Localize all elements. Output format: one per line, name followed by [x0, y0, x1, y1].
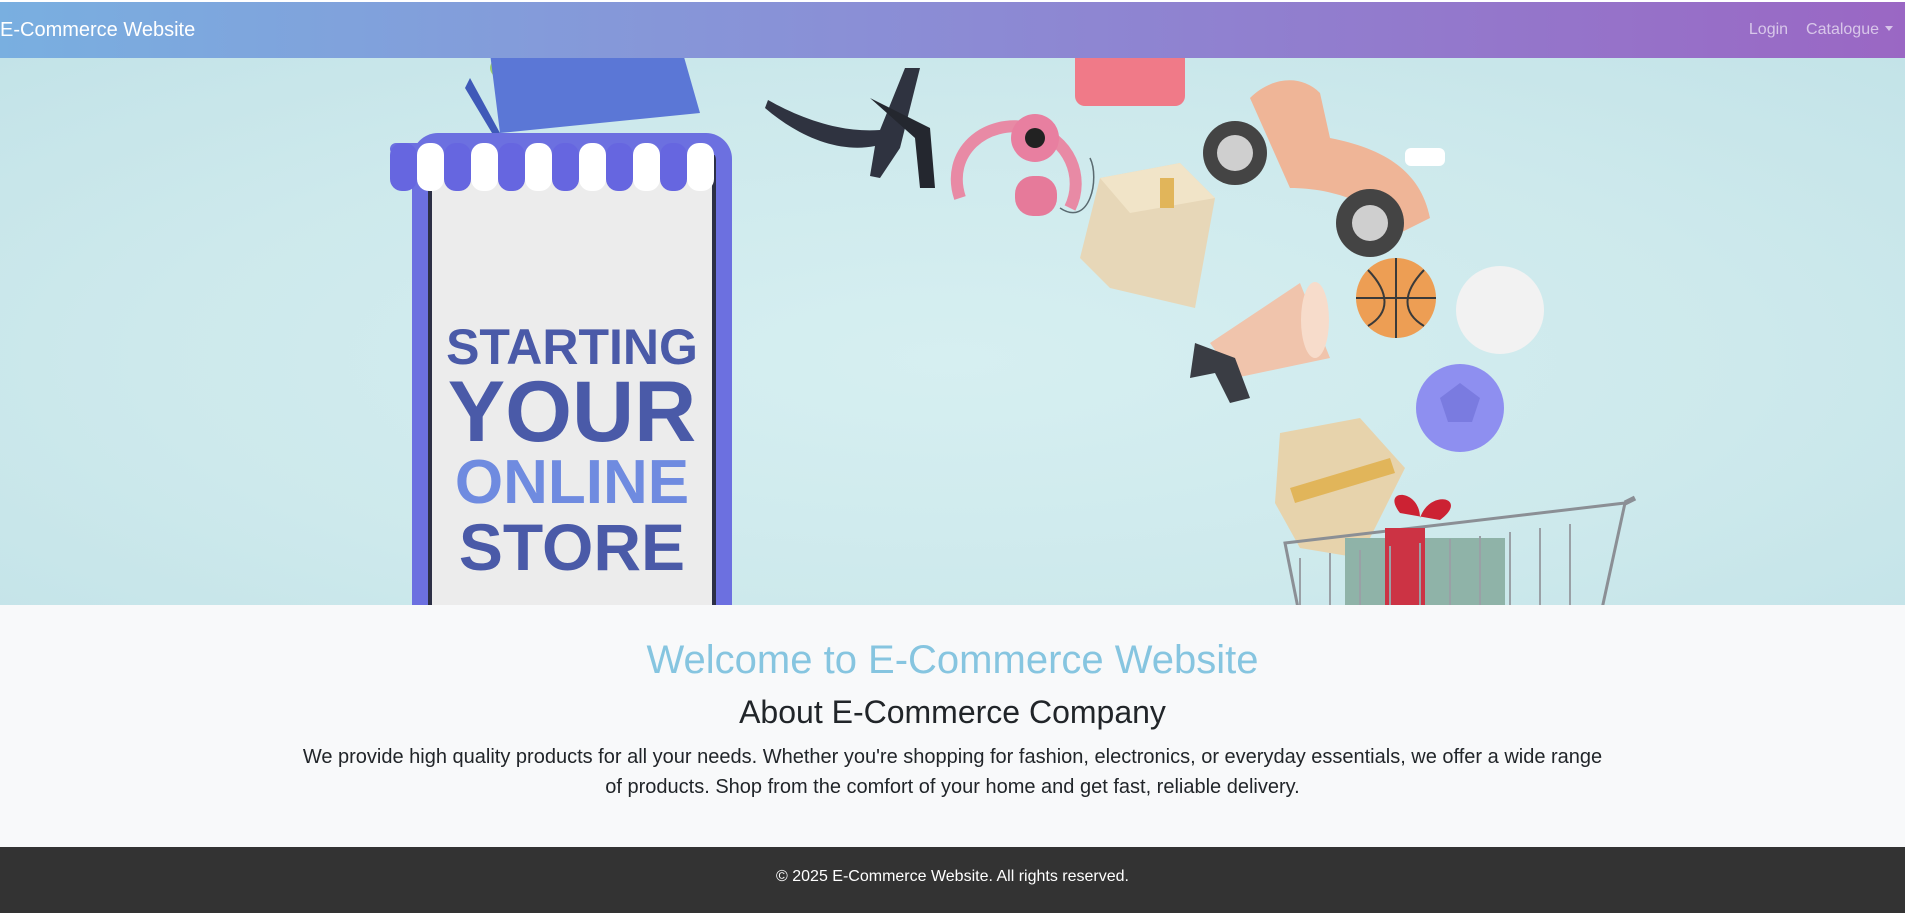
about-description: We provide high quality products for all…: [302, 746, 1603, 799]
white-ball-icon: [1456, 266, 1544, 354]
megaphone-icon: [1190, 282, 1330, 403]
catalogue-dropdown[interactable]: Catalogue: [1806, 21, 1893, 39]
nav-links: Login Catalogue: [1749, 21, 1905, 39]
welcome-heading: Welcome to E-Commerce Website: [646, 638, 1259, 682]
basketball-icon: [1356, 258, 1436, 338]
hero-banner: STARTING YOUR ONLINE STORE: [0, 58, 1905, 605]
caret-down-icon: [1885, 26, 1893, 31]
about-section: Welcome to E-Commerce Website About E-Co…: [0, 605, 1905, 847]
headphones-icon: [950, 114, 1095, 216]
pink-bag-icon: [1075, 58, 1185, 106]
soccer-ball-icon: [1416, 364, 1504, 452]
about-heading: About E-Commerce Company: [739, 694, 1166, 730]
high-heel-icon: [765, 68, 935, 188]
awning-icon: [390, 143, 725, 191]
brand-link[interactable]: E-Commerce Website: [0, 19, 195, 42]
catalogue-label: Catalogue: [1806, 21, 1879, 38]
hero-line-2: YOUR: [448, 364, 696, 460]
scooter-icon: [1203, 80, 1445, 257]
copyright-text: © 2025 E-Commerce Website. All rights re…: [776, 868, 1129, 885]
hero-line-3: ONLINE: [455, 448, 689, 517]
footer: © 2025 E-Commerce Website. All rights re…: [0, 847, 1905, 913]
hero-illustration: STARTING YOUR ONLINE STORE: [390, 58, 1637, 605]
navbar: E-Commerce Website Login Catalogue: [0, 2, 1905, 58]
blue-box-icon: [465, 58, 700, 138]
hero-line-4: STORE: [459, 510, 685, 584]
cardboard-box-icon: [1080, 163, 1215, 308]
login-link[interactable]: Login: [1749, 21, 1788, 39]
